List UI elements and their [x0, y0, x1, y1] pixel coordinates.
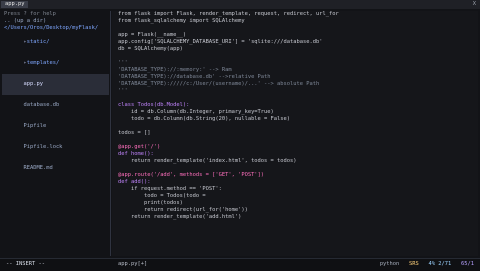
- code-line[interactable]: todos = []: [112, 130, 478, 137]
- current-file-indicator: app.py[+]: [118, 261, 148, 267]
- scroll-percent: 65/1: [461, 261, 474, 267]
- file-tree-item-label: app.py: [23, 81, 43, 87]
- file-tree-item-label: database.db: [23, 102, 60, 108]
- code-line[interactable]: class Todos(db.Model):: [112, 102, 478, 109]
- code-editor[interactable]: from flask import Flask, render_template…: [112, 11, 478, 256]
- code-line[interactable]: ''': [112, 88, 478, 95]
- code-line[interactable]: 'DATABASE_TYPE)://///c:/User/(username)/…: [112, 81, 478, 88]
- code-line[interactable]: ''': [112, 60, 478, 67]
- code-line[interactable]: [112, 25, 478, 32]
- code-line[interactable]: if request.method == 'POST':: [112, 186, 478, 193]
- file-tree-item-label: README.md: [23, 165, 53, 171]
- file-tree-item-pipfile-lock[interactable]: Pipfile.lock: [2, 137, 109, 158]
- code-line[interactable]: id = db.Column(db.Integer, primary_key=T…: [112, 109, 478, 116]
- pane-divider[interactable]: [110, 11, 111, 256]
- file-tree-item-static[interactable]: ▸static/: [2, 32, 109, 53]
- file-tree-up-dir[interactable]: .. (up a dir): [2, 18, 109, 25]
- code-line[interactable]: def home():: [112, 151, 478, 158]
- code-line[interactable]: 'DATABASE_TYPE)://database.db' -->relati…: [112, 74, 478, 81]
- insert-mode-indicator: -- INSERT --: [6, 261, 45, 267]
- file-tree-item-templates[interactable]: ▸templates/: [2, 53, 109, 74]
- file-tree-item-label: templates/: [26, 60, 60, 66]
- code-line[interactable]: app.config['SQLALCHEMY_DATABASE_URI'] = …: [112, 39, 478, 46]
- code-line[interactable]: todo = Todos(todo =: [112, 193, 478, 200]
- cursor-position: 4% 2/71: [428, 261, 452, 267]
- file-tree-help: Press ? for help: [4, 11, 56, 17]
- tab-label: app.py: [5, 1, 25, 7]
- file-tree-item-database-db[interactable]: database.db: [2, 95, 109, 116]
- code-line[interactable]: from flask import Flask, render_template…: [112, 11, 478, 18]
- code-line[interactable]: [112, 123, 478, 130]
- file-tree: Press ? for help .. (up a dir) </Users/O…: [2, 11, 109, 256]
- code-line[interactable]: [112, 53, 478, 60]
- close-icon: X: [472, 1, 476, 7]
- tab-app-py[interactable]: app.py: [1, 1, 29, 8]
- code-line[interactable]: [112, 165, 478, 172]
- code-line[interactable]: def add():: [112, 179, 478, 186]
- file-tree-item-label: Pipfile: [23, 123, 47, 129]
- code-line[interactable]: todo = db.Column(db.String(20), nullable…: [112, 116, 478, 123]
- code-line[interactable]: @app.get('/'): [112, 144, 478, 151]
- code-line[interactable]: 'DATABASE_TYPE)://:memory:' --> Ram: [112, 67, 478, 74]
- status-right-panel: python SRS 4% 2/71 65/1: [380, 261, 474, 268]
- tab-close-indicator[interactable]: X: [473, 1, 476, 8]
- file-tree-item-readme[interactable]: README.md: [2, 158, 109, 179]
- code-line[interactable]: return render_template('index.html', tod…: [112, 158, 478, 165]
- tab-bar: app.py X: [0, 0, 480, 9]
- file-tree-item-label: Pipfile.lock: [23, 144, 63, 150]
- code-line[interactable]: [112, 95, 478, 102]
- code-line[interactable]: db = SQLAlchemy(app): [112, 46, 478, 53]
- file-tree-item-pipfile[interactable]: Pipfile: [2, 116, 109, 137]
- editor-frame: Press ? for help .. (up a dir) </Users/O…: [0, 9, 480, 258]
- code-line[interactable]: [112, 137, 478, 144]
- code-line[interactable]: from flask_sqlalchemy import SQLAlchemy: [112, 18, 478, 25]
- code-line[interactable]: return render_template('add.html'): [112, 214, 478, 221]
- code-line[interactable]: return redirect(url_for('home')): [112, 207, 478, 214]
- file-tree-item-app-py[interactable]: app.py: [2, 74, 109, 95]
- mode-indicator: SRS: [409, 261, 419, 267]
- file-tree-root[interactable]: </Users/Oros/Desktop/myFlask/: [2, 25, 109, 32]
- status-bar: -- INSERT -- app.py[+] python SRS 4% 2/7…: [0, 258, 480, 271]
- code-line[interactable]: print(todos): [112, 200, 478, 207]
- file-tree-item-label: static/: [26, 39, 50, 45]
- code-line[interactable]: app = Flask(__name__): [112, 32, 478, 39]
- code-line[interactable]: @app.route('/add', methods = ['GET', 'PO…: [112, 172, 478, 179]
- filetype-indicator: python: [379, 261, 400, 267]
